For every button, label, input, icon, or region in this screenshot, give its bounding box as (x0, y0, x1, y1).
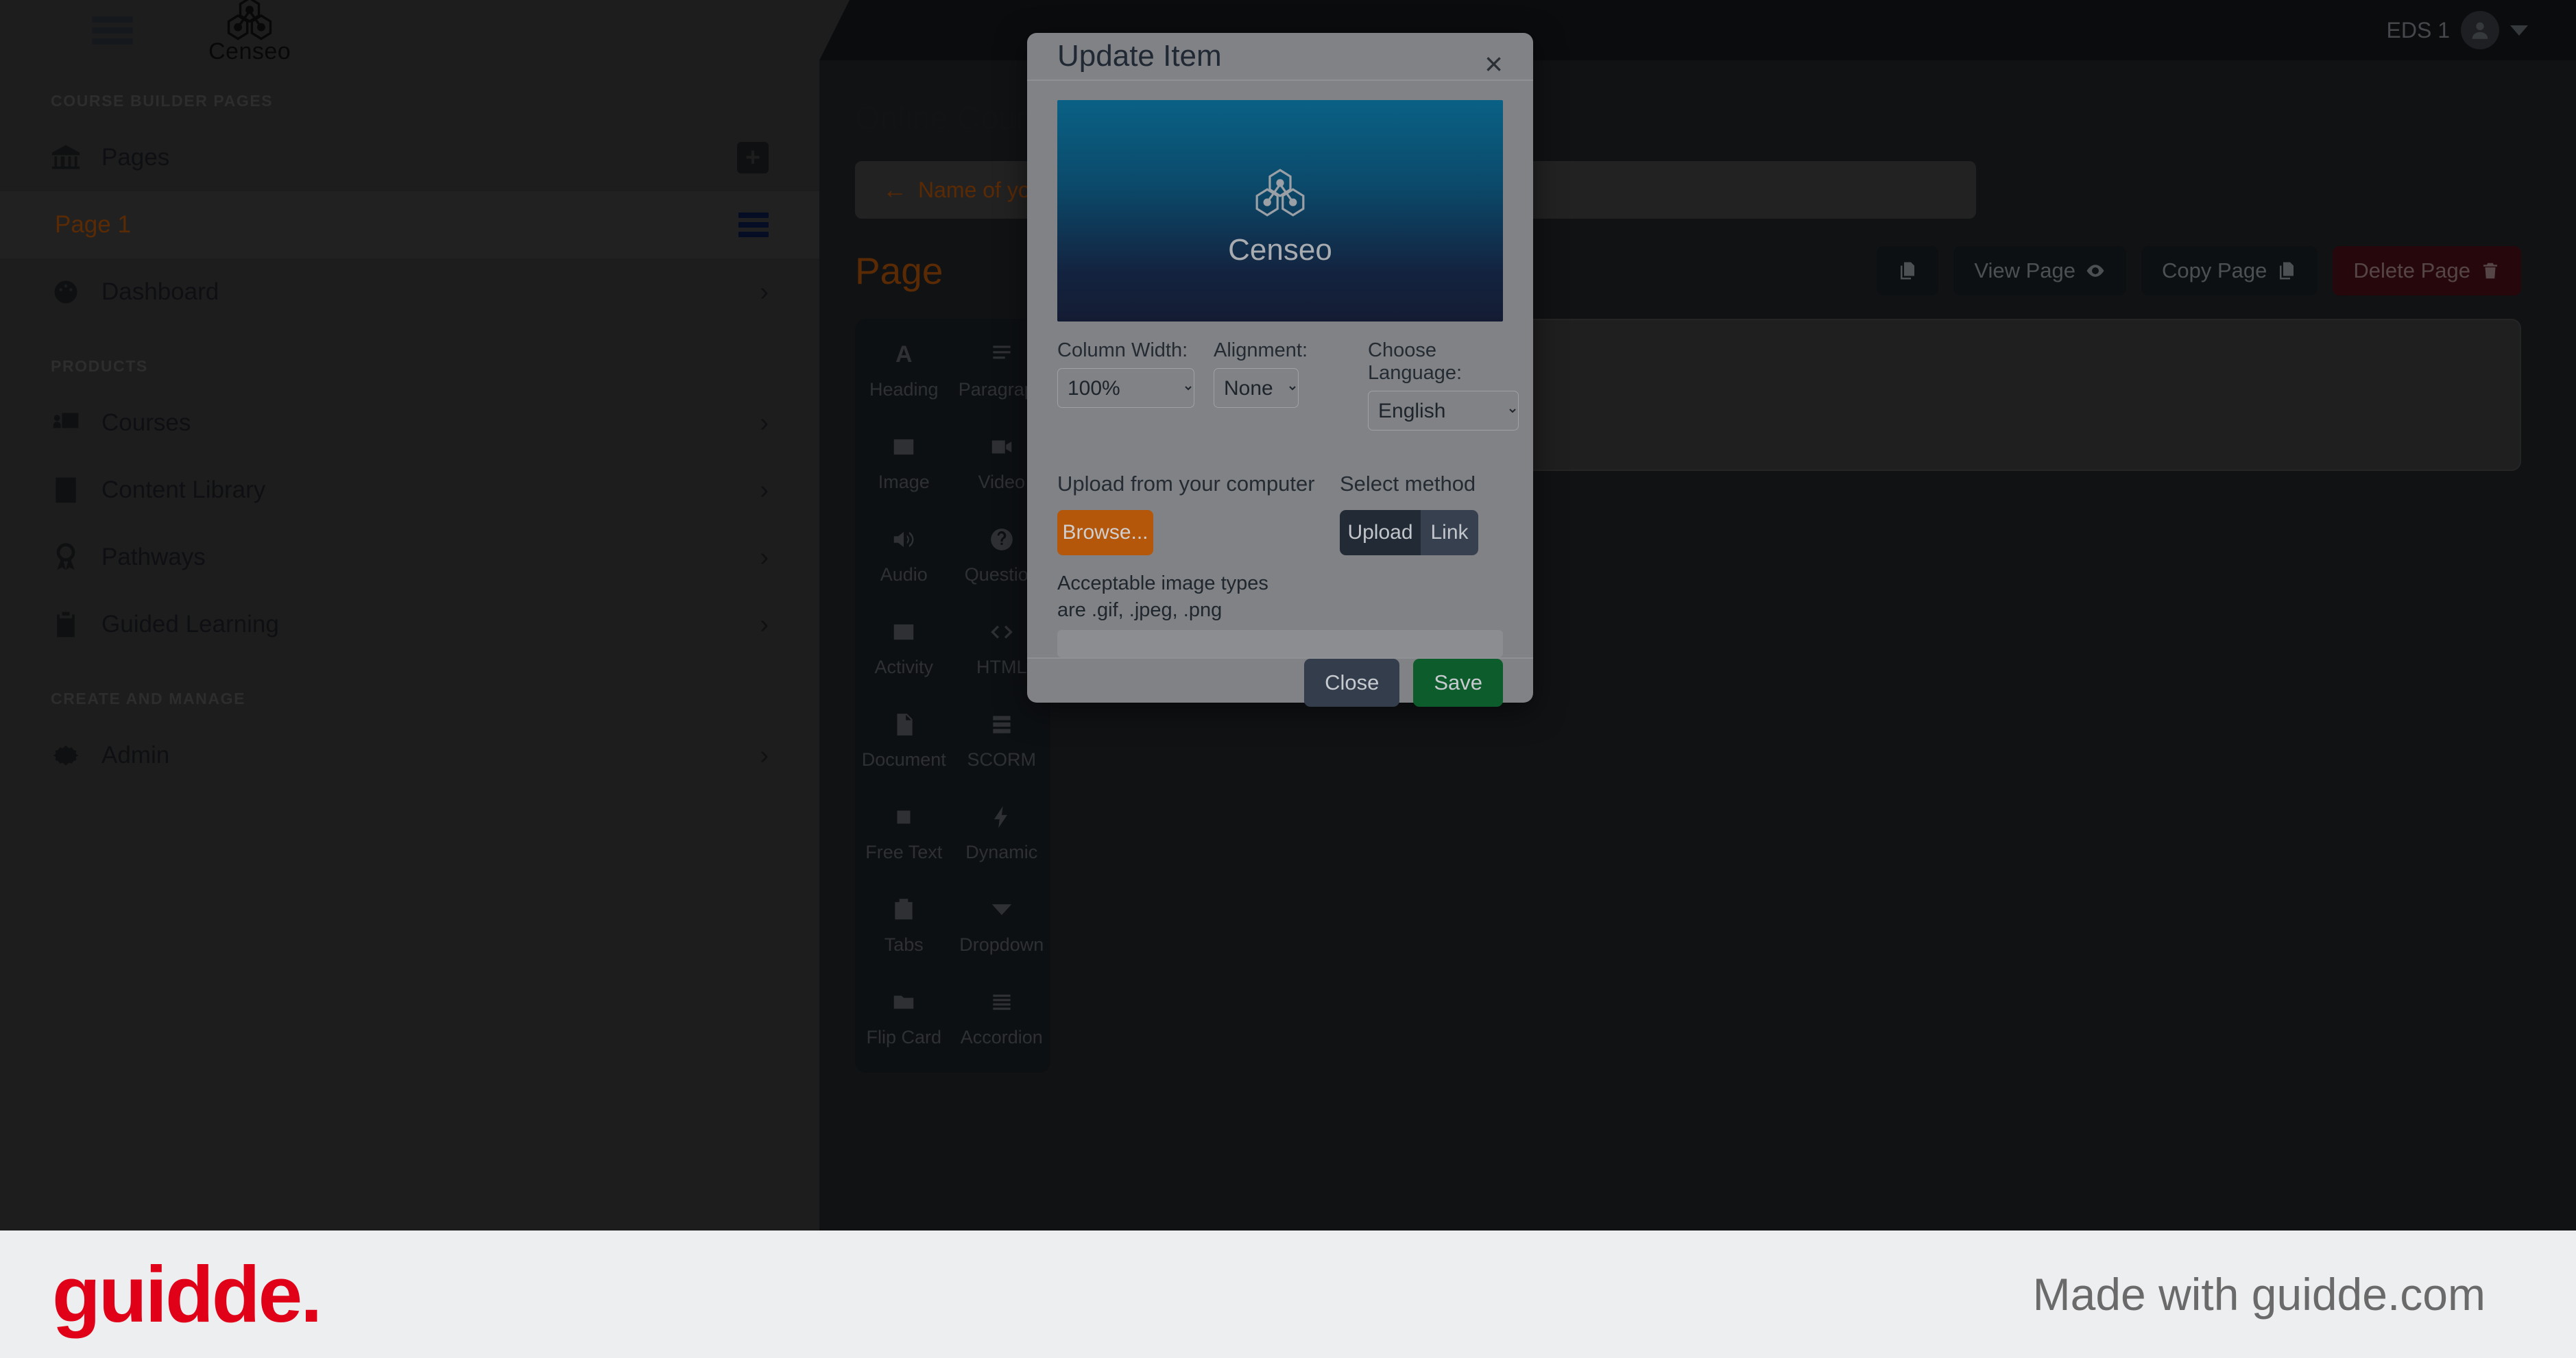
language-label: Choose Language: (1368, 339, 1462, 384)
modal-header: Update Item × (1027, 33, 1533, 81)
preview-brand-text: Censeo (1228, 232, 1332, 267)
modal-body: Censeo Column Width: 100% Alignment: Non… (1027, 81, 1533, 658)
update-item-modal: Update Item × Censeo Column Width: 100% … (1027, 33, 1533, 707)
browse-button[interactable]: Browse... (1057, 510, 1153, 555)
modal-save-button[interactable]: Save (1413, 659, 1503, 707)
method-toggle: Upload Link (1340, 510, 1478, 555)
guidde-footer: guidde. Made with guidde.com (0, 1230, 2576, 1358)
alignment-select[interactable]: None (1214, 368, 1299, 408)
column-width-select[interactable]: 100% (1057, 368, 1194, 408)
modal-title: Update Item (1057, 39, 1222, 73)
image-url-input[interactable] (1057, 630, 1503, 658)
alignment-field: Alignment: None (1214, 339, 1308, 431)
language-select[interactable]: English (1368, 391, 1519, 431)
upload-row: Upload from your computer Browse... Acce… (1057, 472, 1503, 623)
method-link-button[interactable]: Link (1421, 510, 1478, 555)
select-method-label: Select method (1340, 472, 1476, 496)
column-width-field: Column Width: 100% (1057, 339, 1194, 431)
alignment-label: Alignment: (1214, 339, 1308, 361)
modal-field-row: Column Width: 100% Alignment: None Choos… (1057, 339, 1519, 431)
upload-label: Upload from your computer (1057, 472, 1315, 496)
column-width-label: Column Width: (1057, 339, 1188, 361)
made-with-guidde-text: Made with guidde.com (2032, 1269, 2485, 1320)
upload-hint: Acceptable image types are .gif, .jpeg, … (1057, 572, 1268, 621)
upload-column: Upload from your computer Browse... Acce… (1057, 472, 1340, 623)
censeo-logo-icon (1255, 168, 1305, 217)
method-column: Select method Upload Link (1340, 472, 1478, 623)
close-icon[interactable]: × (1484, 48, 1503, 80)
image-preview: Censeo (1057, 100, 1503, 322)
language-field: Choose Language: English (1368, 339, 1519, 431)
method-upload-button[interactable]: Upload (1340, 510, 1421, 555)
modal-footer: Close Save (1027, 657, 1533, 707)
guidde-logo: guidde. (52, 1250, 322, 1339)
modal-close-button[interactable]: Close (1304, 659, 1400, 707)
screen: Censeo EDS 1 COURSE BUILDER PAGES Pages … (0, 0, 2576, 1358)
